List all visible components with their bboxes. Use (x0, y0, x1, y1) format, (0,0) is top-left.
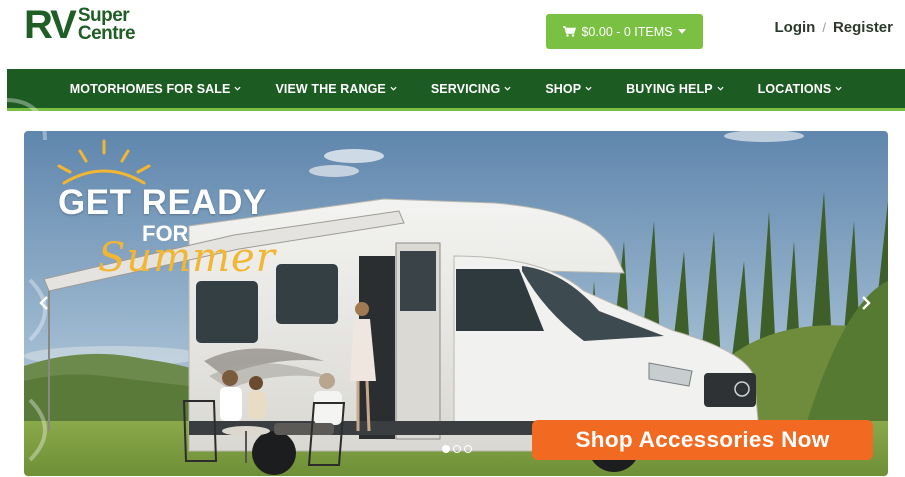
nav-item-motorhomes-for-sale[interactable]: MOTORHOMES FOR SALE (53, 82, 259, 96)
headline-summer: Summer (98, 235, 276, 281)
carousel-prev-button[interactable] (34, 291, 54, 315)
cart-summary: $0.00 - 0 ITEMS (581, 24, 673, 39)
chevron-right-icon (862, 296, 871, 310)
site-header: RV Super Centre $0.00 - 0 ITEMS Login / … (0, 0, 905, 68)
auth-links: Login / Register (775, 19, 893, 36)
nav-item-servicing[interactable]: SERVICING (414, 82, 528, 96)
nav-item-locations[interactable]: LOCATIONS (741, 82, 860, 96)
chevron-down-icon (835, 86, 842, 91)
chevron-down-icon (234, 86, 241, 91)
nav-item-label: BUYING HELP (626, 81, 713, 96)
carousel-dot-1[interactable] (442, 445, 450, 453)
register-link[interactable]: Register (833, 19, 893, 36)
caret-down-icon (677, 29, 686, 34)
logo-rv-text: RV (24, 3, 77, 47)
logo-subtitle: Super Centre (77, 6, 136, 44)
nav-item-shop[interactable]: SHOP (528, 82, 609, 96)
auth-separator: / (822, 20, 826, 35)
carousel-indicators (442, 445, 472, 453)
chevron-down-icon (717, 86, 724, 91)
chevron-down-icon (585, 86, 592, 91)
hero-headline: GET READY FOR Summer (58, 183, 276, 281)
carousel-dot-2[interactable] (453, 445, 461, 453)
shop-accessories-button[interactable]: Shop Accessories Now (532, 420, 873, 460)
nav-item-label: SHOP (545, 81, 582, 96)
nav-item-label: VIEW THE RANGE (275, 81, 386, 96)
chevron-down-icon (504, 86, 511, 91)
site-logo[interactable]: RV Super Centre (24, 3, 136, 47)
cart-button[interactable]: $0.00 - 0 ITEMS (546, 14, 703, 49)
chevron-down-icon (390, 86, 397, 91)
nav-item-view-the-range[interactable]: VIEW THE RANGE (258, 82, 413, 96)
nav-item-label: LOCATIONS (757, 81, 832, 96)
carousel-dot-3[interactable] (464, 445, 472, 453)
carousel-next-button[interactable] (856, 291, 876, 315)
nav-item-label: MOTORHOMES FOR SALE (69, 81, 231, 96)
nav-item-buying-help[interactable]: BUYING HELP (609, 82, 741, 96)
headline-get-ready: GET READY (58, 183, 267, 222)
chevron-left-icon (39, 296, 48, 310)
login-link[interactable]: Login (775, 19, 816, 36)
logo-line-2: Centre (77, 23, 136, 44)
shopping-cart-icon (563, 26, 577, 37)
nav-item-label: SERVICING (430, 81, 501, 96)
main-nav: MOTORHOMES FOR SALE VIEW THE RANGE SERVI… (7, 69, 905, 111)
hero-carousel: GET READY FOR Summer Shop Accessories No… (24, 131, 888, 476)
